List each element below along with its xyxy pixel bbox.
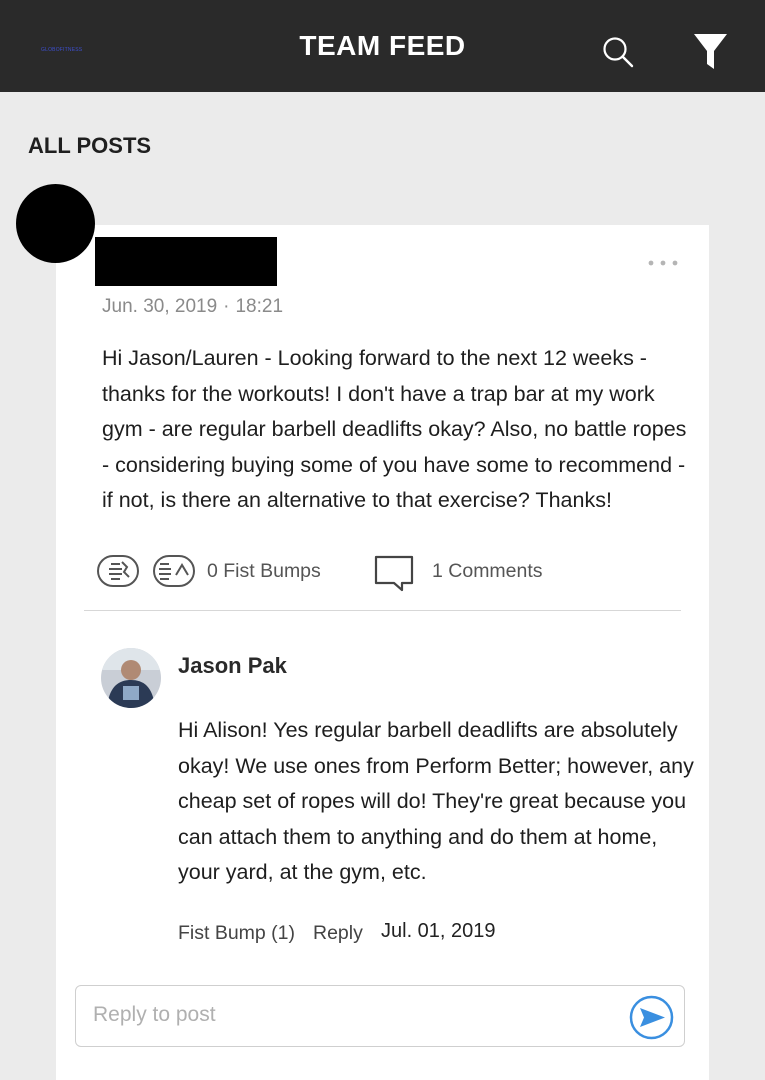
page-title: TEAM FEED (299, 30, 466, 61)
reply-input-placeholder[interactable]: Reply to post (93, 1003, 216, 1027)
top-bar: GLOBOFITNESS TEAM FEED (0, 0, 765, 92)
comments-count[interactable]: 1 Comments (432, 560, 543, 583)
post-meta-separator: · (223, 296, 230, 317)
fist-bump-right-icon[interactable] (152, 553, 198, 589)
post-body: Hi Jason/Lauren - Looking forward to the… (102, 346, 687, 512)
search-icon[interactable] (601, 35, 635, 69)
fist-bumps-count[interactable]: 0 Fist Bumps (207, 560, 321, 583)
send-icon[interactable] (627, 995, 676, 1040)
reply-author-name[interactable]: Jason Pak (178, 653, 287, 679)
comment-icon[interactable] (374, 554, 414, 592)
reply-fist-bump-button[interactable]: Fist Bump (1) (178, 922, 295, 945)
reply-button[interactable]: Reply (313, 922, 363, 945)
more-options-icon[interactable] (645, 256, 681, 270)
author-avatar[interactable] (16, 184, 95, 263)
post-timestamp: Jun. 30, 2019 · 18:21 (102, 296, 283, 318)
fist-bump-left-icon[interactable] (96, 553, 142, 589)
reply-body: Hi Alison! Yes regular barbell deadlifts… (178, 718, 694, 884)
reply-avatar[interactable] (101, 648, 161, 708)
post-date: Jun. 30, 2019 (102, 296, 218, 317)
post-time: 18:21 (235, 296, 284, 317)
post-divider (84, 610, 681, 611)
section-title: ALL POSTS (28, 133, 152, 158)
author-name-redacted (95, 237, 277, 286)
reply-date: Jul. 01, 2019 (381, 920, 496, 942)
filter-icon[interactable] (693, 33, 728, 71)
